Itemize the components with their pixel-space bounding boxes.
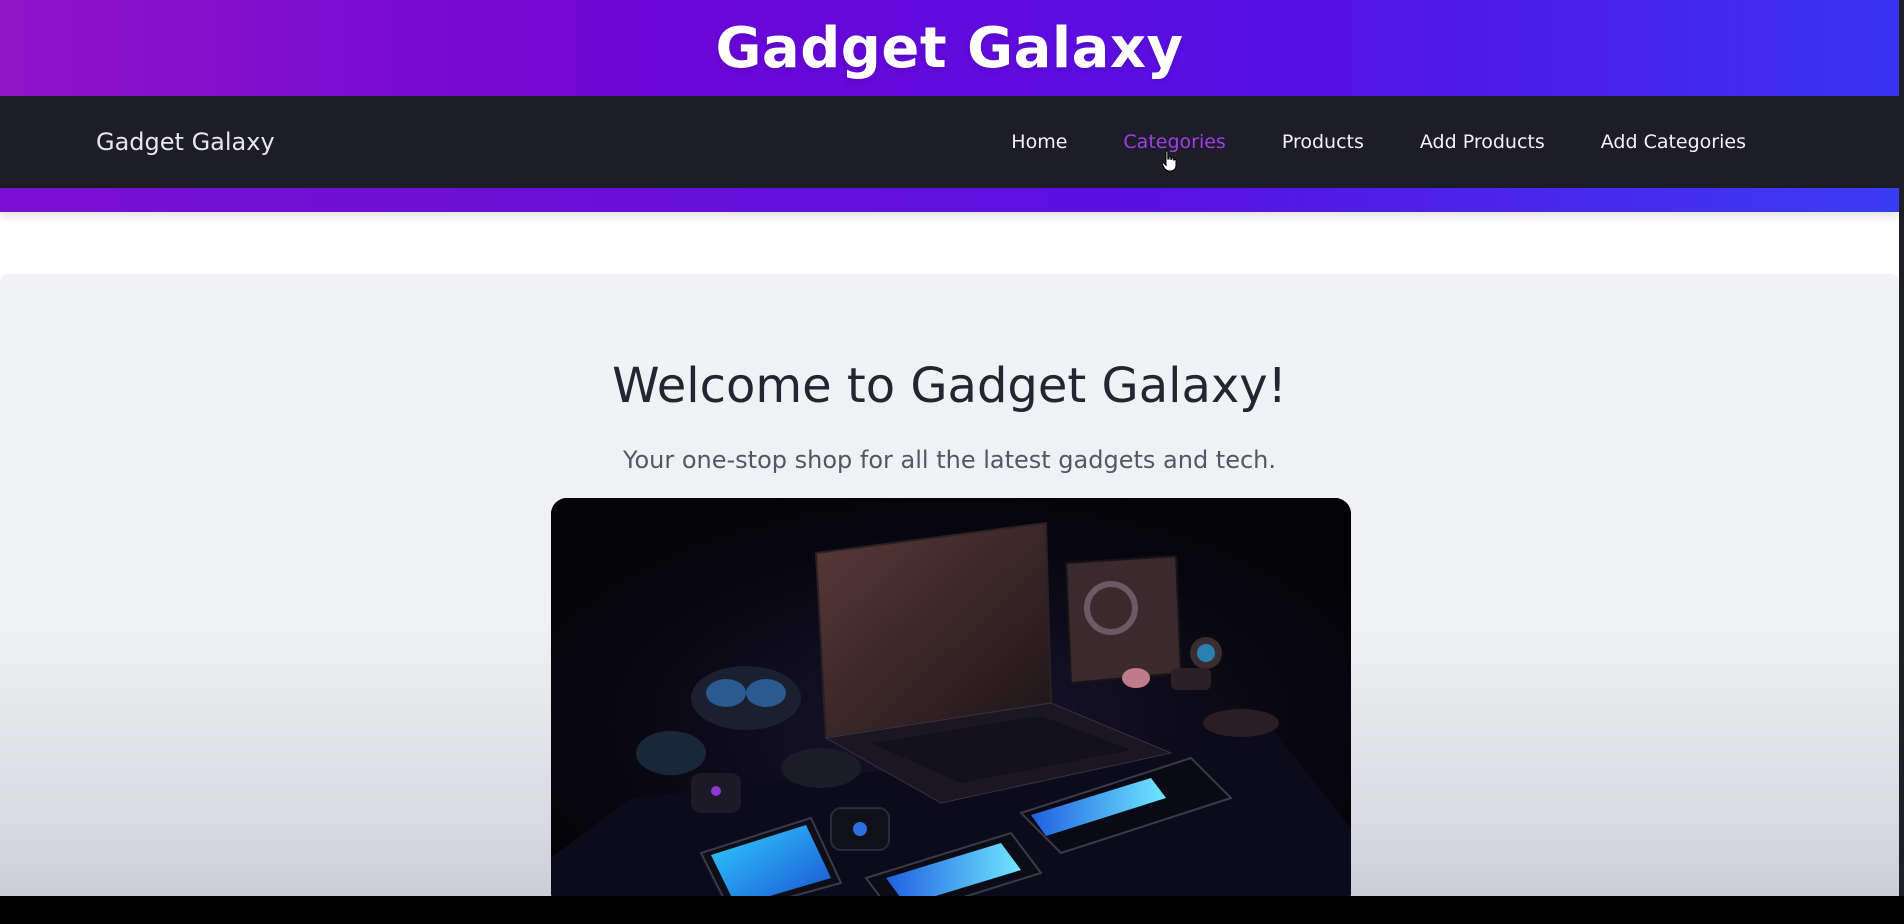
nav-link-home[interactable]: Home <box>983 131 1095 153</box>
site-title: Gadget Galaxy <box>715 15 1184 81</box>
navbar: Gadget Galaxy Home Categories Products A… <box>0 96 1899 188</box>
hero-subtitle: Your one-stop shop for all the latest ga… <box>622 446 1277 474</box>
hand-cursor-icon <box>1161 150 1177 172</box>
title-banner: Gadget Galaxy <box>0 0 1899 96</box>
hero-section: Welcome to Gadget Galaxy! Your one-stop … <box>0 274 1899 896</box>
nav-link-add-categories[interactable]: Add Categories <box>1573 131 1774 153</box>
nav-link-products[interactable]: Products <box>1254 131 1392 153</box>
nav-link-add-products[interactable]: Add Products <box>1392 131 1573 153</box>
bottom-black-bar <box>0 896 1904 924</box>
accent-strip <box>0 188 1899 212</box>
browser-viewport: Gadget Galaxy Gadget Galaxy Home Categor… <box>0 0 1904 896</box>
navbar-brand[interactable]: Gadget Galaxy <box>96 96 275 188</box>
hero-title: Welcome to Gadget Galaxy! <box>612 358 1287 414</box>
nav-links: Home Categories Products Add Products Ad… <box>983 96 1774 188</box>
scrollbar-track[interactable] <box>1899 0 1904 896</box>
gadgets-photo-illustration <box>551 498 1351 896</box>
gadgets-photo <box>551 498 1351 896</box>
